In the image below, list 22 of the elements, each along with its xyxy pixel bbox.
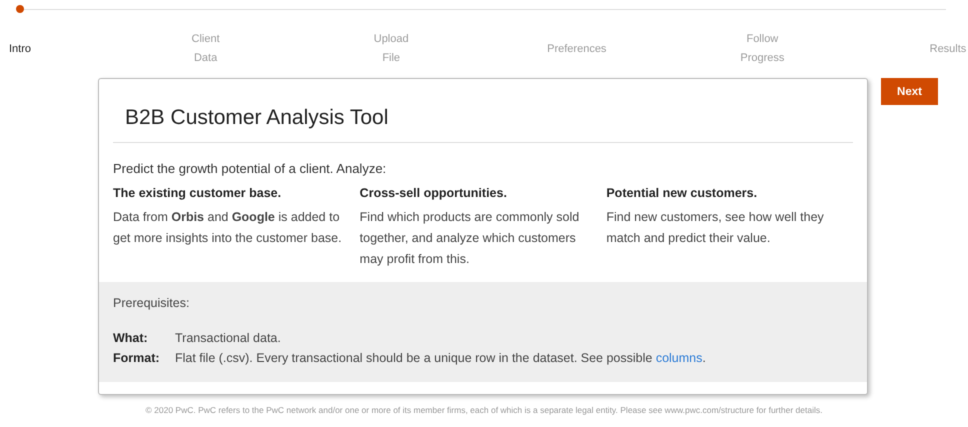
feature-text: Find new customers, see how well they match and predict their value. — [606, 209, 825, 247]
card-title: B2B Customer Analysis Tool — [125, 106, 390, 130]
step-tab[interactable]: Upload File — [374, 30, 409, 68]
step-tab[interactable]: Intro — [8, 40, 31, 58]
footer-text: © 2020 PwC. PwC refers to the PwC network and/or one or more of its member firms, each of which is a separate legal entity. Please see www.pwc.com/structure for further details. — [144, 405, 824, 415]
columns-link[interactable]: columns — [656, 351, 702, 365]
feature-heading: Potential new customers. — [606, 186, 758, 200]
step-tab[interactable]: Results — [930, 40, 966, 58]
feature-text: Data from Orbis and Google is added to get more insights into the customer base. — [113, 209, 343, 247]
feature-heading: Cross-sell opportunities. — [360, 186, 508, 200]
prerequisites-title: Prerequisites: — [113, 296, 190, 310]
step-tab[interactable]: Follow Progress — [740, 30, 784, 68]
step-tab[interactable]: Client Data — [192, 30, 220, 68]
next-button[interactable]: Next — [881, 78, 938, 105]
feature-text: Find which products are commonly sold together, and analyze which customers may profit from this. — [360, 209, 580, 268]
prerequisite-label: What: — [113, 330, 149, 347]
step-tab[interactable]: Preferences — [547, 40, 606, 58]
feature-heading: The existing customer base. — [113, 186, 282, 200]
prerequisite-text: Flat file (.csv). Every transactional should be a unique row in the dataset. See possible columns. — [175, 350, 706, 367]
prerequisite-label: Format: — [113, 350, 161, 367]
intro-text: Predict the growth potential of a client. Analyze: — [113, 161, 388, 176]
prerequisite-text: Transactional data. — [175, 330, 281, 347]
